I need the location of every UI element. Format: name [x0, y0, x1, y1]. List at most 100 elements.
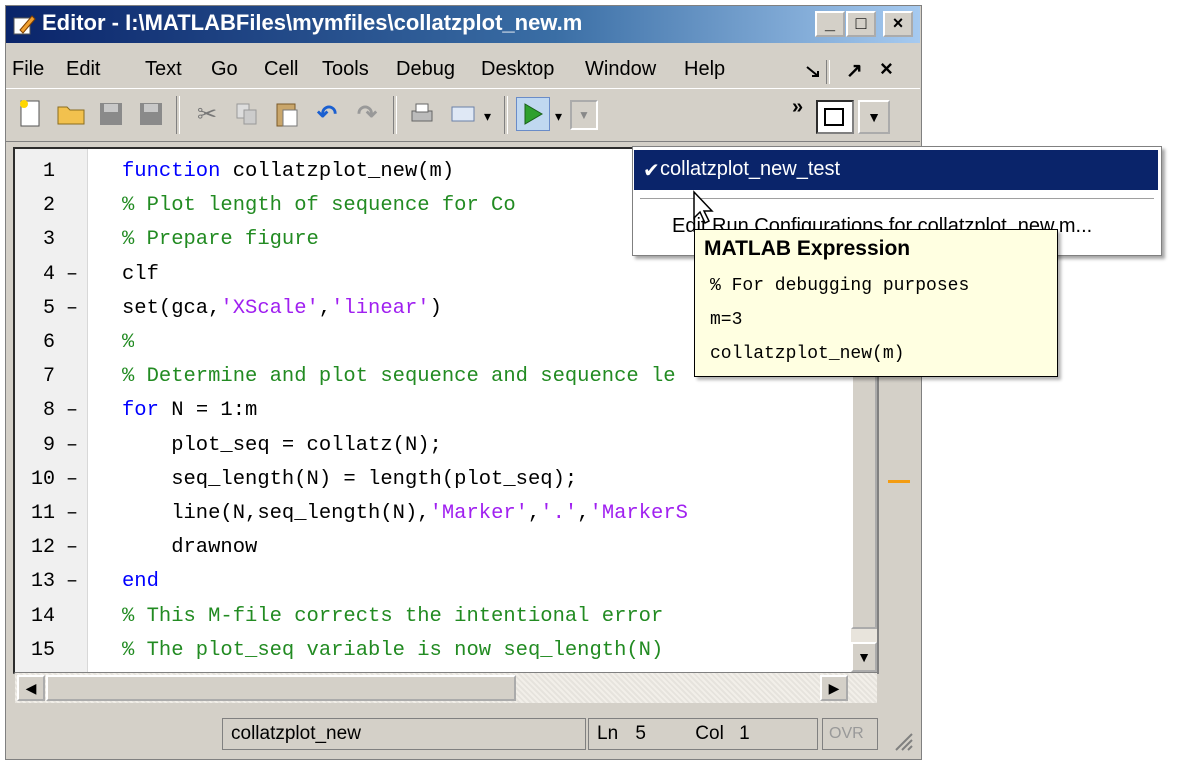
cut-icon[interactable]: ✂: [190, 97, 224, 131]
menu-help[interactable]: Help: [684, 58, 725, 81]
menu-tools[interactable]: Tools: [322, 58, 369, 81]
scroll-left-arrow-icon[interactable]: ◀: [17, 675, 45, 701]
line-number: 7: [42, 365, 55, 389]
code-line[interactable]: %: [122, 331, 134, 354]
close-button[interactable]: ×: [883, 11, 913, 37]
breakpoint-dash[interactable]: –: [66, 263, 80, 286]
scroll-down-arrow-icon[interactable]: ▼: [851, 642, 877, 672]
tooltip-line: collatzplot_new(m): [710, 344, 905, 364]
code-token: for: [122, 399, 172, 423]
code-token: ,: [577, 502, 590, 525]
code-line[interactable]: seq_length(N) = length(plot_seq);: [122, 468, 577, 491]
code-token: line(N,seq_length(N),: [122, 502, 430, 525]
minimize-button[interactable]: _: [815, 11, 845, 37]
code-token: %: [122, 331, 135, 354]
save-all-icon[interactable]: [134, 97, 168, 131]
code-line[interactable]: line(N,seq_length(N),'Marker','.','Marke…: [122, 502, 688, 525]
code-token: clf: [122, 262, 159, 286]
mouse-cursor-icon: [693, 190, 714, 225]
menu-separator: [826, 60, 830, 84]
paste-icon[interactable]: [270, 97, 304, 131]
code-line[interactable]: % Determine and plot sequence and sequen…: [122, 365, 676, 388]
code-token: ,: [527, 502, 541, 525]
menu-go[interactable]: Go: [211, 58, 238, 81]
scroll-right-arrow-icon[interactable]: ▶: [820, 675, 848, 701]
horizontal-scroll-thumb[interactable]: [46, 675, 516, 701]
ln-value: 5: [635, 723, 646, 744]
ln-label: Ln: [597, 723, 619, 744]
line-number: 10: [30, 467, 55, 491]
line-number: 6: [42, 331, 55, 354]
line-number: 3: [42, 228, 55, 252]
code-line[interactable]: plot_seq = collatz(N);: [122, 434, 442, 457]
breakpoint-dash[interactable]: –: [66, 297, 80, 320]
breakpoint-dash[interactable]: –: [66, 502, 80, 525]
code-token: % Prepare figure: [122, 228, 319, 252]
code-line[interactable]: for N = 1:m: [122, 399, 257, 422]
redo-icon[interactable]: ↷: [350, 97, 384, 131]
run-config-item-label[interactable]: collatzplot_new_test: [660, 158, 840, 181]
col-value: 1: [739, 723, 750, 744]
save-icon[interactable]: [94, 97, 128, 131]
code-token: ,: [318, 296, 332, 320]
breakpoint-dash[interactable]: –: [66, 434, 80, 457]
code-line[interactable]: % Plot length of sequence for Co: [122, 194, 516, 217]
code-token: 'linear': [331, 296, 430, 320]
code-line[interactable]: drawnow: [122, 536, 257, 559]
code-line[interactable]: clf: [122, 263, 159, 286]
code-token: ): [429, 296, 442, 320]
code-line[interactable]: end: [122, 570, 159, 593]
menu-edit[interactable]: Edit: [66, 58, 100, 81]
tooltip-line: m=3: [710, 310, 743, 330]
menu-debug[interactable]: Debug: [396, 58, 455, 81]
run-config-dropdown[interactable]: ▼: [570, 100, 598, 130]
code-token: N = 1:m: [171, 399, 258, 423]
layout-dropdown-arrow-icon[interactable]: ▼: [858, 100, 890, 134]
open-folder-icon[interactable]: [54, 97, 88, 131]
resize-grip-icon[interactable]: [890, 728, 914, 752]
run-icon[interactable]: [516, 97, 550, 131]
breakpoint-dash[interactable]: –: [66, 468, 80, 491]
layout-selector[interactable]: [816, 100, 854, 134]
new-file-icon[interactable]: [14, 97, 48, 131]
undo-icon[interactable]: ↶: [310, 97, 344, 131]
code-token: % Determine and plot sequence and sequen…: [122, 365, 676, 389]
menu-text[interactable]: Text: [145, 58, 182, 81]
code-line[interactable]: function collatzplot_new(m): [122, 160, 454, 183]
code-line[interactable]: % Prepare figure: [122, 228, 319, 251]
status-function-name: collatzplot_new: [222, 718, 586, 750]
code-line[interactable]: % This M-file corrects the intentional e…: [122, 605, 663, 628]
warning-marker[interactable]: [888, 480, 910, 483]
code-token: collatzplot_new(m): [232, 160, 455, 183]
code-token: seq_length(N) = length(plot_seq);: [122, 467, 578, 491]
line-number: 11: [30, 502, 55, 525]
code-line[interactable]: % The plot_seq variable is now seq_lengt…: [122, 639, 663, 662]
line-number: 12: [30, 536, 55, 560]
breakpoint-dash[interactable]: –: [66, 399, 80, 422]
code-token: set(gca,: [122, 296, 221, 320]
menu-desktop[interactable]: Desktop: [481, 58, 554, 81]
window-title: Editor - I:\MATLABFiles\mymfiles\collatz…: [42, 10, 583, 35]
find-icon[interactable]: [447, 97, 481, 131]
breakpoint-dash[interactable]: –: [66, 570, 80, 593]
breakpoint-dash[interactable]: –: [66, 536, 80, 559]
menu-cell[interactable]: Cell: [264, 58, 298, 81]
run-dropdown-arrow-icon[interactable]: ▾: [555, 108, 562, 125]
code-line[interactable]: set(gca,'XScale','linear'): [122, 297, 442, 320]
copy-icon[interactable]: [230, 97, 264, 131]
menu-close-button[interactable]: ×: [880, 56, 893, 82]
maximize-button[interactable]: □: [846, 11, 876, 37]
menu-file[interactable]: File: [12, 58, 44, 81]
undock-arrow-icon[interactable]: [804, 64, 822, 80]
menu-bar: [6, 45, 920, 85]
code-token: plot_seq = collatz(N);: [122, 433, 442, 457]
code-token: function: [122, 160, 233, 183]
toolbar-overflow-button[interactable]: »: [792, 96, 803, 119]
find-dropdown-arrow-icon[interactable]: ▾: [484, 108, 491, 125]
toolbar-separator: [504, 96, 508, 134]
undock-button[interactable]: ↗: [846, 58, 863, 83]
line-number: 9: [42, 433, 55, 457]
toolbar-separator: [393, 96, 397, 134]
print-icon[interactable]: [405, 97, 439, 131]
menu-window[interactable]: Window: [585, 58, 656, 81]
